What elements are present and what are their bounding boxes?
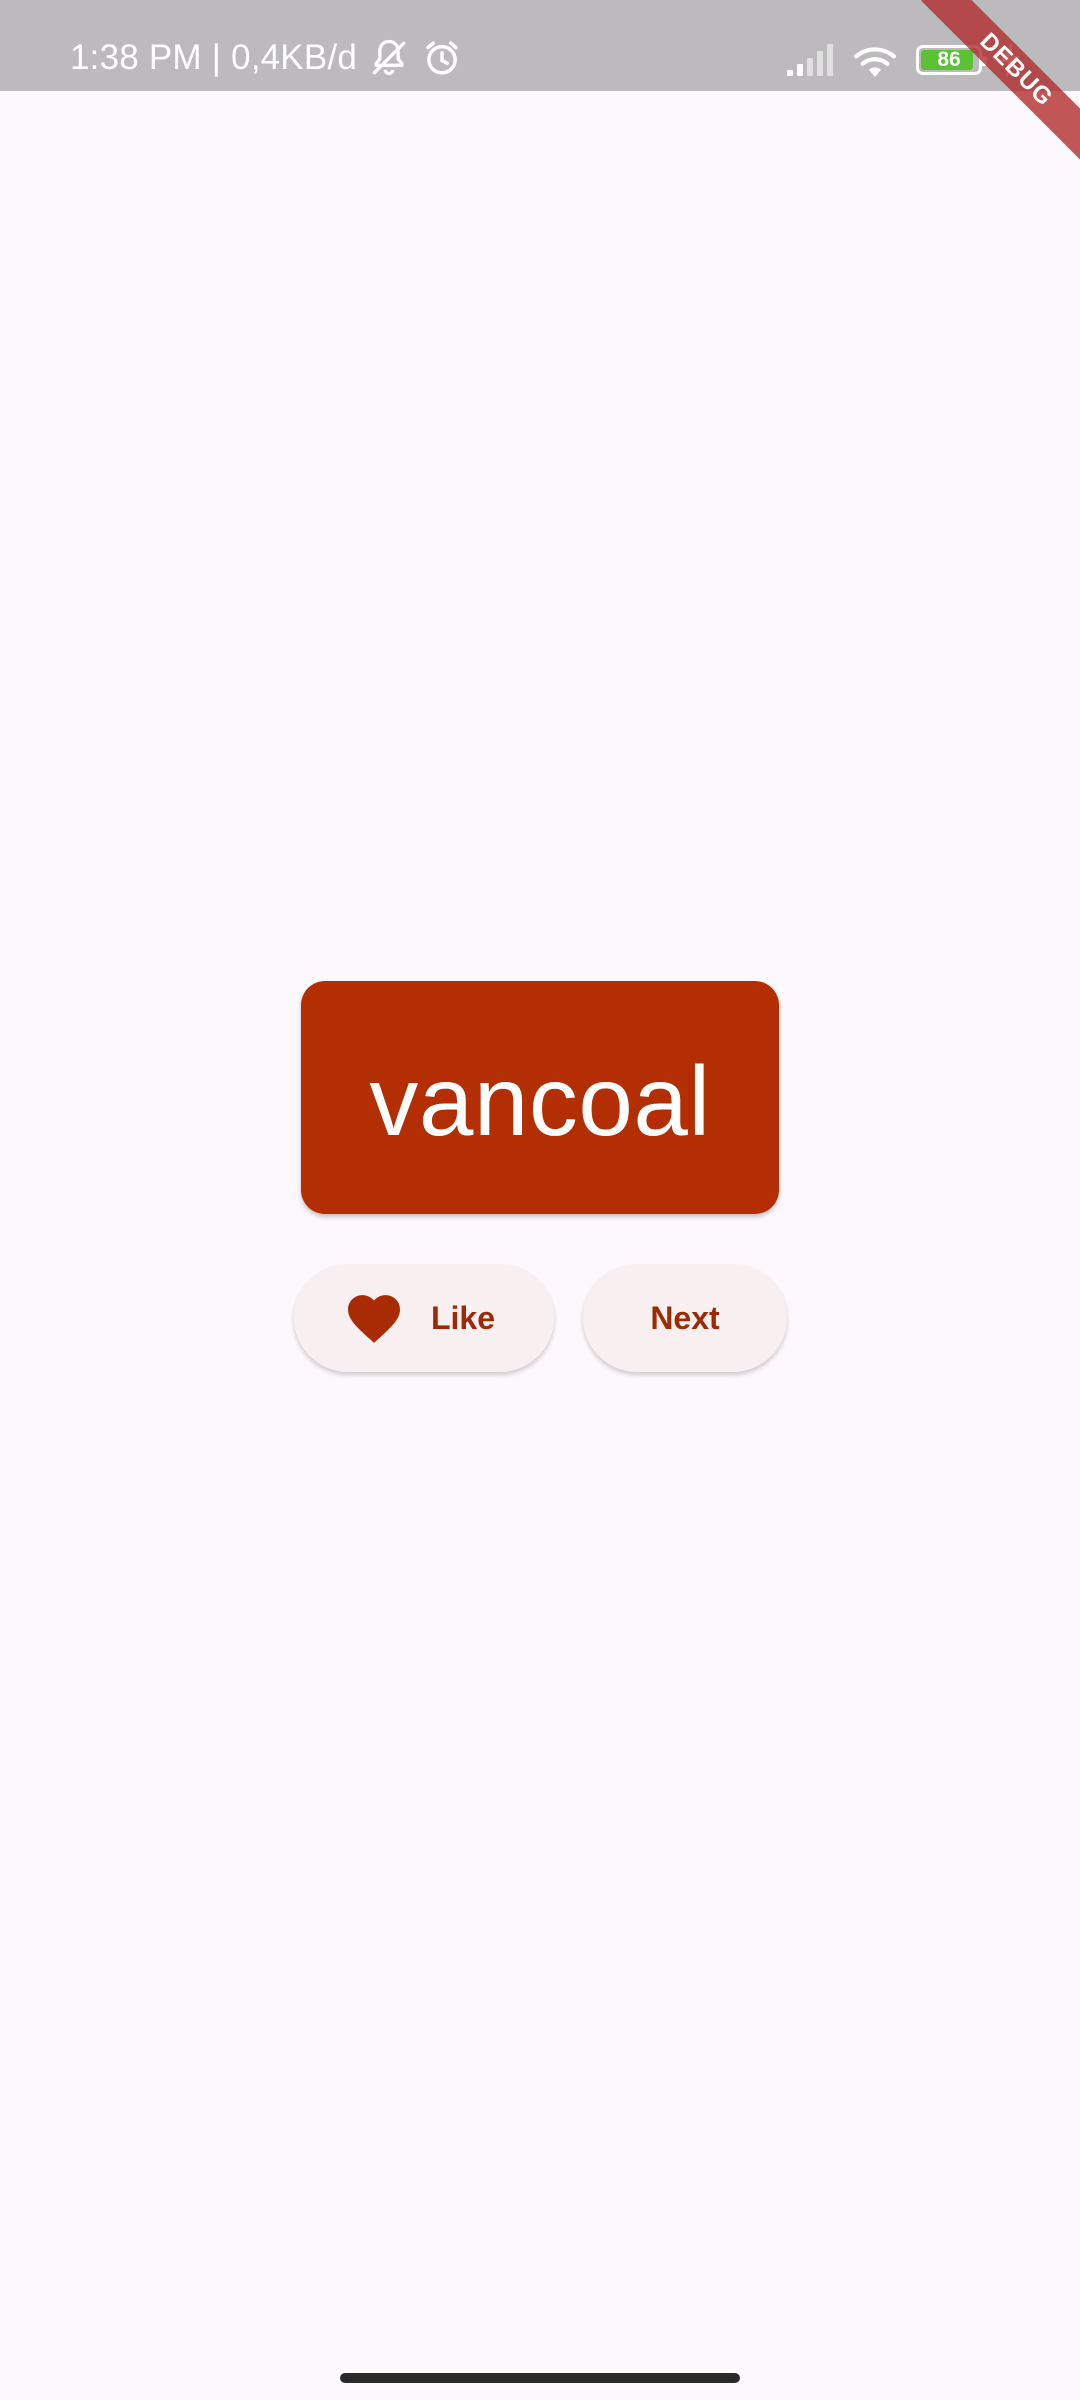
like-button-label: Like [430,1299,496,1336]
wifi-icon [852,42,898,78]
status-bar: 1:38 PM | 0,4KB/d 86 [0,0,1080,91]
battery-level: 86 [937,48,961,71]
signal-icon [786,43,834,77]
network-speed: 0,4KB/d [231,38,357,77]
word-card: vancoal [301,981,779,1214]
heart-icon [345,1292,403,1344]
next-button[interactable]: Next [583,1264,787,1372]
status-left: 1:38 PM | 0,4KB/d [70,34,463,82]
word-text: vancoal [369,1045,711,1156]
status-separator: | [211,38,222,77]
next-button-label: Next [650,1299,720,1336]
alarm-icon [421,37,463,79]
like-button[interactable]: Like [294,1264,554,1372]
app-screen: 1:38 PM | 0,4KB/d 86 DEBUG vancoal Like … [0,0,1080,2400]
home-indicator[interactable] [340,2373,740,2383]
muted-bell-icon [367,36,411,80]
status-time: 1:38 PM [70,38,202,77]
